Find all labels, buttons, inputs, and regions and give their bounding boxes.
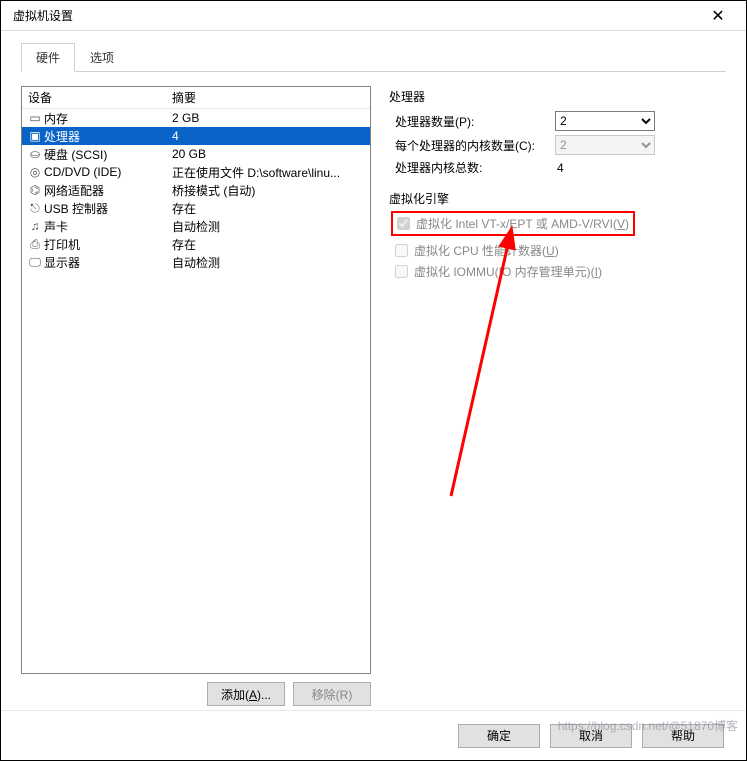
total-cores-row: 处理器内核总数: 4: [389, 159, 726, 176]
perf-label: 虚拟化 CPU 性能计数器(U): [414, 242, 559, 259]
device-summary: 自动检测: [172, 254, 370, 271]
vt-checkbox[interactable]: [397, 217, 410, 230]
virt-group-title: 虚拟化引擎: [389, 190, 726, 207]
vt-checkbox-row: 虚拟化 Intel VT-x/EPT 或 AMD-V/RVI(V): [397, 215, 629, 232]
highlight-box: 虚拟化 Intel VT-x/EPT 或 AMD-V/RVI(V): [391, 211, 635, 236]
device-summary: 20 GB: [172, 147, 370, 161]
cancel-button[interactable]: 取消: [550, 724, 632, 748]
proc-count-label: 处理器数量(P):: [395, 113, 555, 130]
device-summary: 正在使用文件 D:\software\linu...: [172, 164, 370, 181]
cd-icon: ◎: [26, 164, 44, 180]
device-row[interactable]: ▣处理器4: [22, 127, 370, 145]
device-list-body: ▭内存2 GB▣处理器4⛀硬盘 (SCSI)20 GB◎CD/DVD (IDE)…: [22, 109, 370, 673]
device-list-header: 设备 摘要: [22, 87, 370, 109]
device-row[interactable]: ⎙打印机存在: [22, 235, 370, 253]
device-row[interactable]: ⎋USB 控制器存在: [22, 199, 370, 217]
device-name: USB 控制器: [44, 200, 172, 217]
device-row[interactable]: ♫声卡自动检测: [22, 217, 370, 235]
device-name: 处理器: [44, 128, 172, 145]
device-row[interactable]: ▭内存2 GB: [22, 109, 370, 127]
device-name: CD/DVD (IDE): [44, 165, 172, 179]
device-row[interactable]: ◎CD/DVD (IDE)正在使用文件 D:\software\linu...: [22, 163, 370, 181]
iommu-checkbox[interactable]: [395, 265, 408, 278]
cpu-group: 处理器 处理器数量(P): 2 每个处理器的内核数量(C): 2 处: [389, 88, 726, 176]
remove-button-label: 移除(R): [312, 688, 353, 702]
remove-button[interactable]: 移除(R): [293, 682, 371, 706]
perf-checkbox-row: 虚拟化 CPU 性能计数器(U): [389, 240, 726, 261]
printer-icon: ⎙: [26, 236, 44, 252]
device-name: 打印机: [44, 236, 172, 253]
iommu-checkbox-row: 虚拟化 IOMMU(IO 内存管理单元)(I): [389, 261, 726, 282]
title-bar: 虚拟机设置 ✕: [1, 1, 746, 31]
tab-options[interactable]: 选项: [75, 43, 129, 72]
device-summary: 存在: [172, 200, 370, 217]
device-name: 内存: [44, 110, 172, 127]
total-cores-label: 处理器内核总数:: [395, 159, 555, 176]
total-cores-value: 4: [555, 161, 726, 175]
perf-checkbox[interactable]: [395, 244, 408, 257]
device-row[interactable]: ⛀硬盘 (SCSI)20 GB: [22, 145, 370, 163]
vt-label: 虚拟化 Intel VT-x/EPT 或 AMD-V/RVI(V): [416, 215, 629, 232]
header-device: 设备: [22, 89, 172, 106]
device-name: 网络适配器: [44, 182, 172, 199]
ok-button[interactable]: 确定: [458, 724, 540, 748]
iommu-label: 虚拟化 IOMMU(IO 内存管理单元)(I): [414, 263, 602, 280]
usb-icon: ⎋: [26, 200, 44, 216]
window-title: 虚拟机设置: [13, 7, 698, 24]
device-list: 设备 摘要 ▭内存2 GB▣处理器4⛀硬盘 (SCSI)20 GB◎CD/DVD…: [21, 86, 371, 674]
tab-hardware[interactable]: 硬件: [21, 43, 75, 72]
proc-count-row: 处理器数量(P): 2: [389, 111, 726, 131]
content-area: 设备 摘要 ▭内存2 GB▣处理器4⛀硬盘 (SCSI)20 GB◎CD/DVD…: [1, 72, 746, 706]
device-summary: 4: [172, 129, 370, 143]
help-button[interactable]: 帮助: [642, 724, 724, 748]
add-button-label: 添加(A)...: [221, 688, 271, 702]
disk-icon: ⛀: [26, 146, 44, 162]
proc-count-select[interactable]: 2: [555, 111, 655, 131]
device-name: 声卡: [44, 218, 172, 235]
device-buttons: 添加(A)... 移除(R): [21, 674, 371, 706]
close-icon[interactable]: ✕: [698, 6, 738, 26]
sound-icon: ♫: [26, 218, 44, 234]
display-icon: 🖵: [26, 254, 44, 270]
device-summary: 自动检测: [172, 218, 370, 235]
tab-bar: 硬件 选项: [1, 31, 746, 72]
memory-icon: ▭: [26, 110, 44, 126]
right-column: 处理器 处理器数量(P): 2 每个处理器的内核数量(C): 2 处: [389, 86, 726, 706]
device-summary: 桥接模式 (自动): [172, 182, 370, 199]
device-row[interactable]: 🖵显示器自动检测: [22, 253, 370, 271]
device-name: 显示器: [44, 254, 172, 271]
cores-per-select[interactable]: 2: [555, 135, 655, 155]
device-summary: 存在: [172, 236, 370, 253]
header-summary: 摘要: [172, 89, 370, 106]
device-row[interactable]: ⌬网络适配器桥接模式 (自动): [22, 181, 370, 199]
nic-icon: ⌬: [26, 182, 44, 198]
device-name: 硬盘 (SCSI): [44, 146, 172, 163]
cpu-group-title: 处理器: [389, 88, 726, 105]
left-column: 设备 摘要 ▭内存2 GB▣处理器4⛀硬盘 (SCSI)20 GB◎CD/DVD…: [21, 86, 371, 706]
device-summary: 2 GB: [172, 111, 370, 125]
cores-per-label: 每个处理器的内核数量(C):: [395, 137, 555, 154]
cores-per-row: 每个处理器的内核数量(C): 2: [389, 135, 726, 155]
bottom-bar: 确定 取消 帮助: [1, 710, 746, 760]
virt-group: 虚拟化引擎 虚拟化 Intel VT-x/EPT 或 AMD-V/RVI(V) …: [389, 190, 726, 282]
cpu-icon: ▣: [26, 128, 44, 144]
add-button[interactable]: 添加(A)...: [207, 682, 285, 706]
